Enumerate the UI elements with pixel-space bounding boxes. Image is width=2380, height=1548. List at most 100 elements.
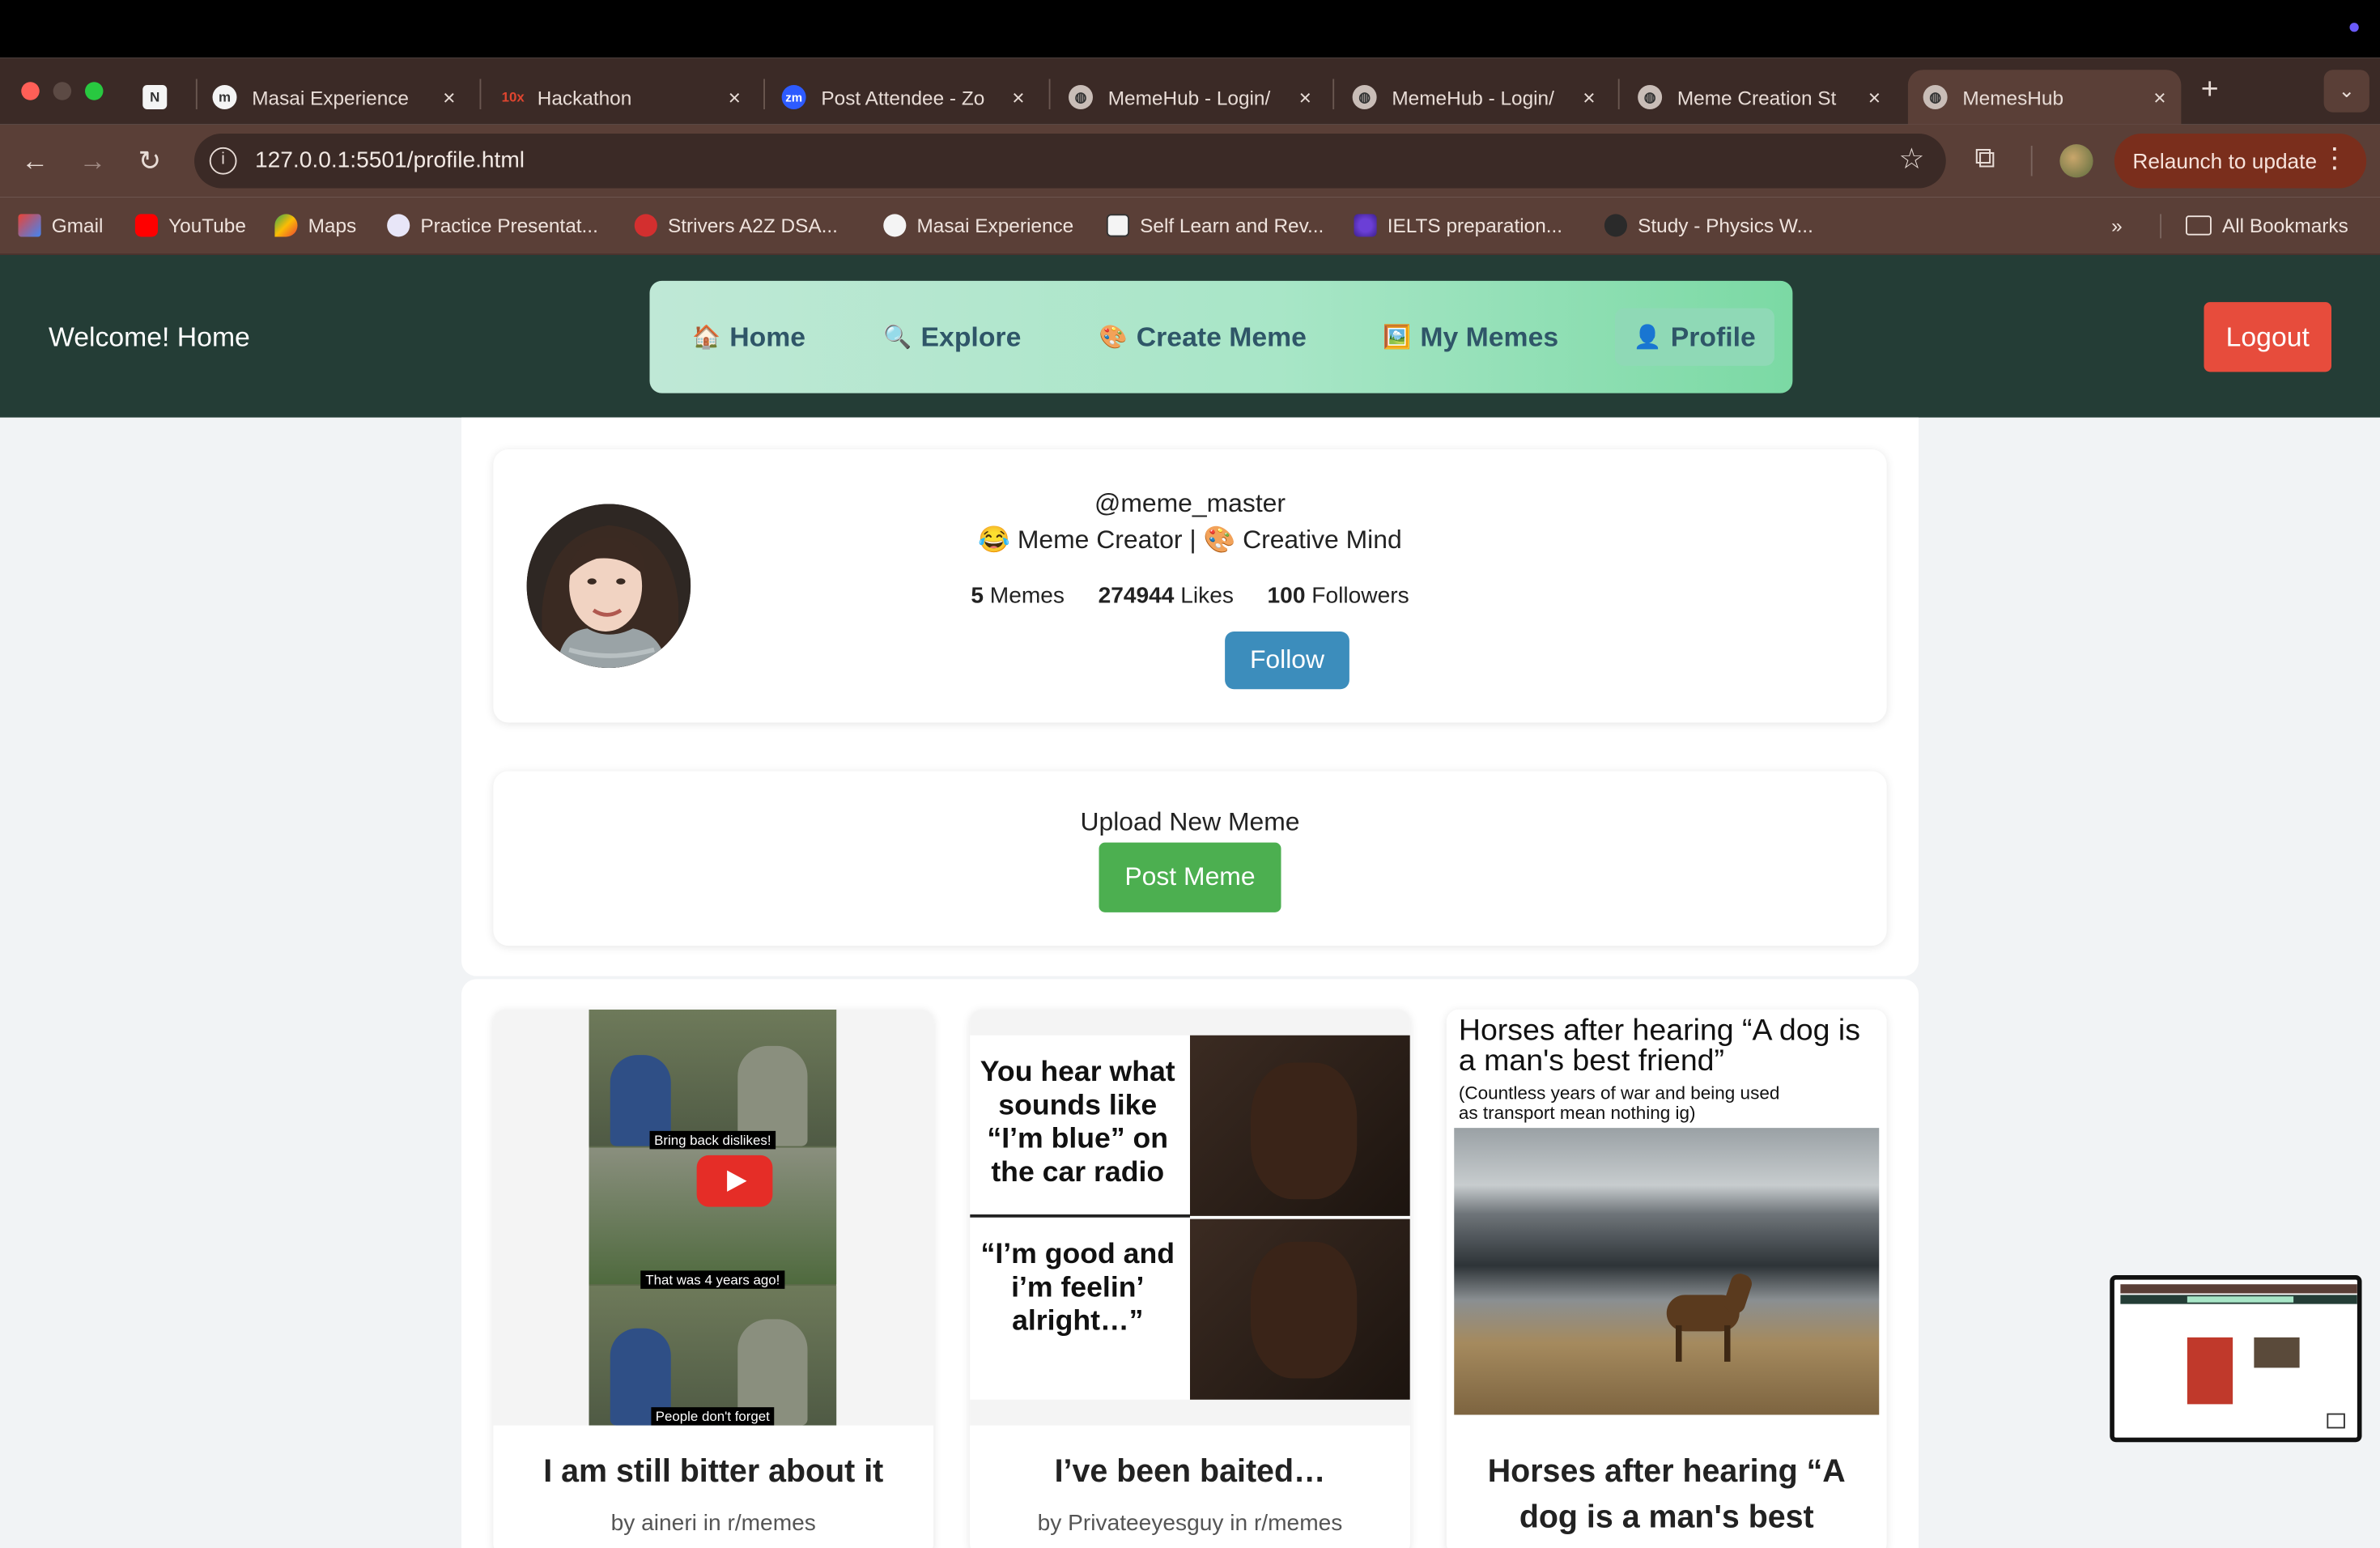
close-window-button[interactable] [21, 82, 40, 100]
meme-caption: Horses after hearing “A dog is a man's b… [1458, 1014, 1860, 1078]
meme-card[interactable]: Horses after hearing “A dog is a man's b… [1446, 1009, 1887, 1548]
tab-memehub-login-2[interactable]: ◍ MemeHub - Login/ × [1352, 70, 1611, 125]
url-text[interactable]: 127.0.0.1:5501/profile.html [255, 147, 525, 173]
tab-strip: N m Masai Experience × 10x Hackathon × z… [0, 57, 2380, 125]
more-bookmarks-chevron-icon[interactable]: » [2111, 214, 2123, 236]
meme-caption: You hear what sounds like “I’m blue” on … [980, 1057, 1175, 1189]
bookmark-practice-presentation[interactable]: Practice Presentat... [387, 214, 598, 237]
kebab-menu-icon[interactable]: ⋮ [2321, 142, 2348, 174]
profile-avatar-icon[interactable] [2059, 144, 2093, 178]
back-arrow-icon[interactable]: ← [21, 146, 49, 177]
bookmark-maps[interactable]: Maps [274, 214, 357, 237]
close-tab-icon[interactable]: × [443, 85, 455, 109]
physics-icon [1604, 214, 1627, 237]
tab-memehub-login-1[interactable]: ◍ MemeHub - Login/ × [1069, 70, 1327, 125]
relaunch-label: Relaunch to update [2132, 148, 2318, 173]
bookmark-label: Maps [308, 214, 357, 237]
close-tab-icon[interactable]: × [1012, 85, 1024, 109]
bookmark-label: Gmail [51, 214, 104, 237]
tab-meme-creation[interactable]: ◍ Meme Creation St × [1638, 70, 1896, 125]
pip-expand-icon[interactable] [2327, 1413, 2345, 1429]
meme-caption: People don't forget [651, 1407, 775, 1426]
tab-hackathon[interactable]: 10x Hackathon × [498, 70, 756, 125]
all-bookmarks[interactable]: All Bookmarks [2186, 214, 2348, 237]
likes-label: Likes [1180, 583, 1234, 609]
maps-pin-icon [274, 214, 298, 237]
tab-separator [479, 79, 482, 109]
meme-image[interactable]: Bring back dislikes! That was 4 years ag… [493, 1009, 934, 1426]
tab-separator [1048, 79, 1051, 109]
close-tab-icon[interactable]: × [1868, 85, 1881, 109]
meme-card[interactable]: You hear what sounds like “I’m blue” on … [970, 1009, 1410, 1548]
bookmark-star-icon[interactable]: ☆ [1899, 142, 1925, 177]
relaunch-to-update-button[interactable]: Relaunch to update ⋮ [2114, 134, 2367, 189]
browser-toolbar: ← → ↻ i 127.0.0.1:5501/profile.html ☆ ⧉ … [0, 124, 2380, 198]
tab-masai[interactable]: m Masai Experience × [212, 70, 471, 125]
logout-button[interactable]: Logout [2204, 302, 2331, 372]
memes-count: 5 [971, 583, 984, 609]
meme-image[interactable]: You hear what sounds like “I’m blue” on … [970, 1009, 1410, 1426]
profile-bio: 😂 Meme Creator | 🎨 Creative Mind [978, 525, 1402, 555]
bookmark-label: All Bookmarks [2222, 214, 2348, 237]
close-tab-icon[interactable]: × [1583, 85, 1595, 109]
followers-label: Followers [1311, 583, 1409, 609]
nav-my-memes[interactable]: 🖼️ My Memes [1383, 308, 1558, 366]
likes-stat: 274944 Likes [1099, 583, 1234, 609]
extensions-puzzle-icon[interactable]: ⧉ [1974, 142, 1995, 176]
site-info-icon[interactable]: i [209, 147, 237, 175]
system-bar [0, 0, 2380, 58]
profile-card: @meme_master 😂 Meme Creator | 🎨 Creative… [493, 449, 1887, 723]
close-tab-icon[interactable]: × [729, 85, 741, 109]
tab-separator [195, 79, 198, 109]
address-bar[interactable]: i 127.0.0.1:5501/profile.html ☆ [194, 134, 1946, 189]
close-tab-icon[interactable]: × [2153, 85, 2165, 109]
memes-label: Memes [989, 583, 1065, 609]
notion-icon: N [142, 85, 168, 109]
followers-count: 100 [1267, 583, 1306, 609]
nav-create-meme[interactable]: 🎨 Create Meme [1099, 308, 1307, 366]
tab-separator [763, 79, 765, 109]
bookmark-youtube[interactable]: YouTube [134, 214, 246, 237]
close-tab-icon[interactable]: × [1299, 85, 1311, 109]
reload-icon[interactable]: ↻ [138, 146, 161, 177]
nav-profile[interactable]: 👤 Profile [1615, 308, 1774, 366]
bookmark-ielts[interactable]: IELTS preparation... [1354, 214, 1562, 237]
bookmark-masai[interactable]: Masai Experience [883, 214, 1073, 237]
meme-image[interactable]: Horses after hearing “A dog is a man's b… [1446, 1009, 1887, 1426]
post-meme-button[interactable]: Post Meme [1099, 842, 1281, 912]
bookmark-study-physics[interactable]: Study - Physics W... [1604, 214, 1813, 237]
meme-title: I am still bitter about it [543, 1454, 884, 1490]
picture-in-picture-window[interactable] [2110, 1275, 2362, 1443]
new-tab-button[interactable]: + [2201, 73, 2219, 108]
status-dot [2349, 23, 2359, 32]
masai-icon [883, 214, 907, 237]
bookmark-label: Strivers A2Z DSA... [668, 214, 838, 237]
tab-memeshub-active[interactable]: ◍ MemesHub × [1907, 70, 2182, 125]
play-button-icon[interactable] [696, 1155, 773, 1207]
nav-explore[interactable]: 🔍 Explore [883, 308, 1021, 366]
bookmark-gmail[interactable]: Gmail [18, 214, 104, 237]
tab-title: Masai Experience [252, 85, 409, 109]
minimize-window-button[interactable] [53, 82, 72, 100]
bookmark-self-learn[interactable]: Self Learn and Rev... [1106, 214, 1324, 237]
globe-icon: ◍ [1638, 85, 1663, 109]
nav-label: Explore [920, 321, 1022, 352]
main-container: @meme_master 😂 Meme Creator | 🎨 Creative… [461, 417, 1919, 1548]
maximize-window-button[interactable] [85, 82, 104, 100]
follow-button[interactable]: Follow [1225, 632, 1349, 690]
meme-title: Horses after hearing “A dog is a man's b… [1487, 1454, 1846, 1535]
forward-arrow-icon[interactable]: → [79, 146, 107, 177]
magnifier-icon: 🔍 [883, 325, 912, 351]
ielts-icon [1354, 214, 1377, 237]
tab-post-attendee[interactable]: zm Post Attendee - Zo × [781, 70, 1040, 125]
likes-count: 274944 [1098, 583, 1175, 609]
nav-home[interactable]: 🏠 Home [692, 308, 805, 366]
meme-card[interactable]: Bring back dislikes! That was 4 years ag… [493, 1009, 934, 1548]
masai-icon: m [212, 85, 237, 109]
notion-icon [1106, 214, 1129, 237]
tab-search-chevron-icon[interactable]: ⌄ [2323, 70, 2369, 113]
bookmark-strivers[interactable]: Strivers A2Z DSA... [634, 214, 838, 237]
pinned-tab-notion[interactable]: N [142, 70, 188, 125]
picture-icon: 🖼️ [1383, 325, 1412, 351]
10x-icon: 10x [501, 89, 525, 105]
